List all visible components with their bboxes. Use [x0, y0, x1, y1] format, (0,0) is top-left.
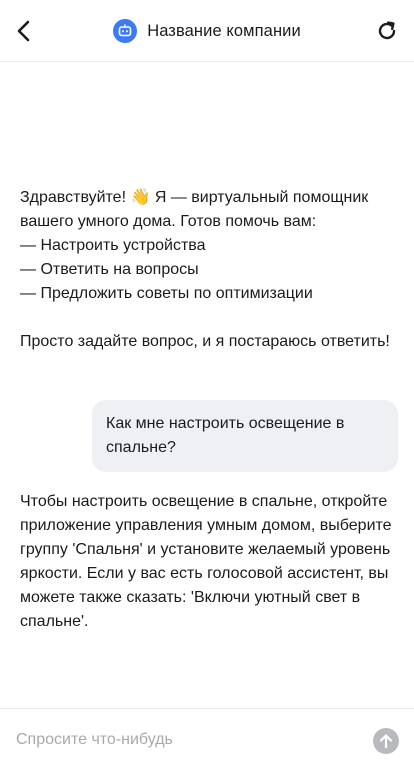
- greeting-list-item: — Ответить на вопросы: [20, 261, 199, 278]
- greeting-list-item: — Предложить советы по оптимизации: [20, 285, 313, 302]
- page-title: Название компании: [147, 21, 301, 40]
- bot-message-answer: Чтобы настроить освещение в спальне, отк…: [20, 490, 396, 634]
- greeting-intro: Здравствуйте! 👋 Я — виртуальный помощник…: [20, 189, 369, 230]
- bot-message-greeting: Здравствуйте! 👋 Я — виртуальный помощник…: [20, 186, 396, 354]
- user-message-text: Как мне настроить освещение в спальне?: [106, 415, 345, 456]
- message-list[interactable]: Здравствуйте! 👋 Я — виртуальный помощник…: [0, 62, 414, 708]
- greeting-closing: Просто задайте вопрос, и я постараюсь от…: [20, 333, 390, 350]
- bot-icon: [118, 24, 132, 37]
- arrow-up-icon: [379, 734, 393, 749]
- bot-answer-text: Чтобы настроить освещение в спальне, отк…: [20, 493, 392, 630]
- refresh-button[interactable]: [372, 16, 402, 46]
- chat-header: Название компании: [0, 0, 414, 62]
- chat-input[interactable]: [16, 727, 356, 753]
- send-button[interactable]: [373, 728, 399, 754]
- refresh-icon: [378, 21, 396, 40]
- user-message-bubble: Как мне настроить освещение в спальне?: [92, 400, 398, 472]
- greeting-list-item: — Настроить устройства: [20, 237, 206, 254]
- header-title-group: Название компании: [0, 18, 414, 44]
- composer-bar: [0, 708, 414, 770]
- bot-avatar: [113, 19, 138, 43]
